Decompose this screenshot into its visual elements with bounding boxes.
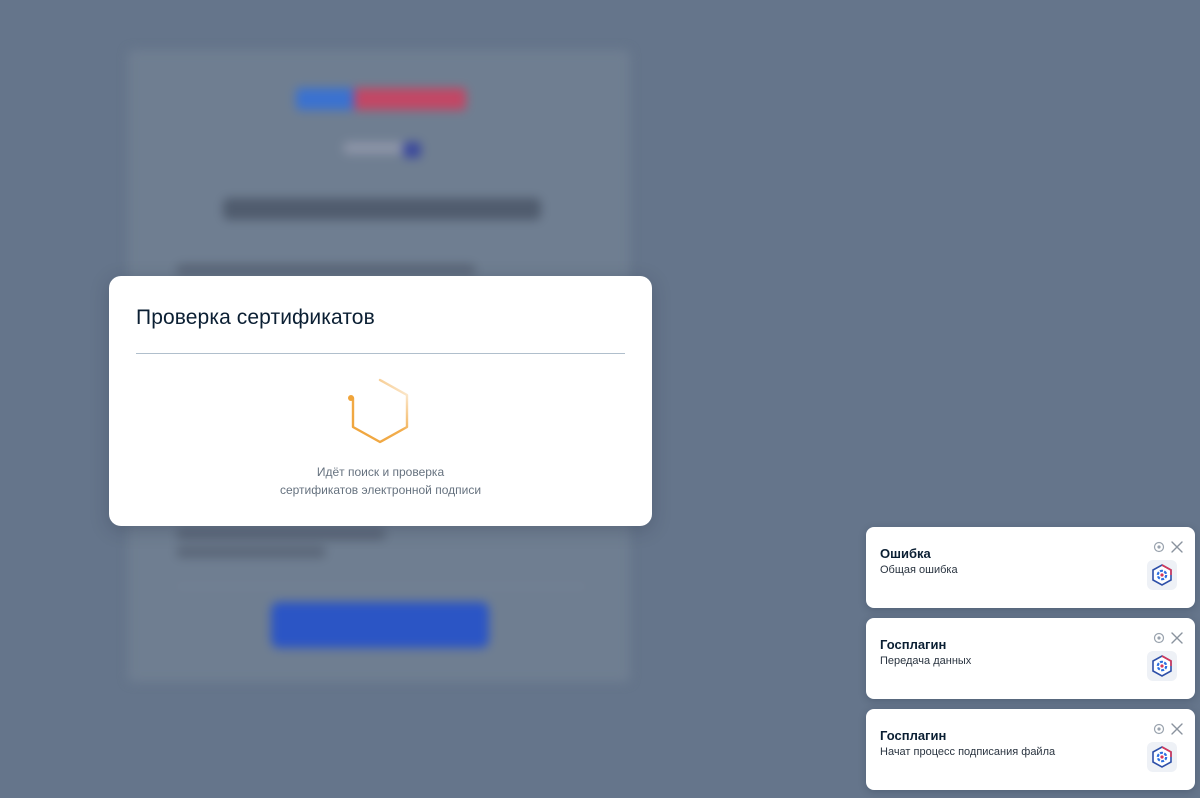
pin-icon[interactable] [1153, 632, 1165, 644]
close-icon[interactable] [1170, 631, 1184, 645]
background-text-line [176, 546, 326, 558]
toast-notification[interactable]: Ошибка Общая ошибка [866, 527, 1195, 608]
toast-title: Ошибка [880, 546, 931, 561]
toast-notification[interactable]: Госплагин Передача данных [866, 618, 1195, 699]
gosplagin-logo-icon [1147, 560, 1177, 590]
toast-controls [1153, 540, 1185, 554]
toast-controls [1153, 631, 1185, 645]
background-divider [176, 586, 586, 587]
pin-icon[interactable] [1153, 723, 1165, 735]
dialog-message-line: сертификатов электронной подписи [279, 483, 482, 497]
hexagon-loader-icon [348, 378, 409, 444]
toast-title: Госплагин [880, 728, 947, 743]
dialog-message-line: Идёт поиск и проверка [316, 465, 445, 479]
background-button [271, 602, 489, 648]
toast-controls [1153, 722, 1185, 736]
dialog-divider [136, 353, 625, 354]
background-text-line [176, 264, 476, 276]
certificate-check-dialog: Проверка сертификатов Идёт поиск и прове… [109, 276, 652, 526]
toast-notification[interactable]: Госплагин Начат процесс подписания файла [866, 709, 1195, 790]
toast-title: Госплагин [880, 637, 947, 652]
close-icon[interactable] [1170, 540, 1184, 554]
gosplagin-logo-icon [1147, 651, 1177, 681]
toast-message: Общая ошибка [880, 564, 958, 576]
pin-icon[interactable] [1153, 541, 1165, 553]
gosplagin-logo-icon [1147, 742, 1177, 772]
dialog-message: Идёт поиск и проверка сертификатов элект… [109, 463, 652, 499]
close-icon[interactable] [1170, 722, 1184, 736]
toast-message: Передача данных [880, 655, 972, 667]
background-flag-icon [403, 142, 421, 158]
toast-message: Начат процесс подписания файла [880, 746, 1056, 758]
dialog-title: Проверка сертификатов [136, 306, 375, 329]
background-text-line [176, 528, 386, 540]
background-heading [223, 198, 541, 220]
background-logo [296, 88, 466, 110]
